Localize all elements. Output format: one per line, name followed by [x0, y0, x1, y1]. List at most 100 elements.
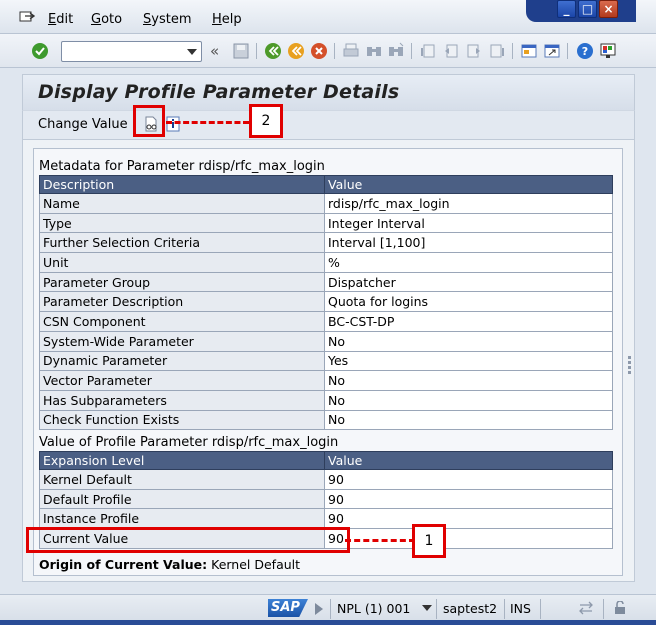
title-bar: Display Profile Parameter Details — [22, 74, 635, 110]
row-key: Check Function Exists — [39, 409, 325, 431]
create-session-icon[interactable] — [520, 42, 538, 60]
row-value: Yes — [324, 350, 613, 372]
row-value: 90 — [324, 469, 613, 490]
value-section-title: Value of Profile Parameter rdisp/rfc_max… — [39, 435, 339, 450]
page-title: Display Profile Parameter Details — [38, 81, 400, 103]
row-value: 90 — [324, 488, 613, 510]
command-field[interactable] — [61, 41, 202, 62]
annotation-connector-1 — [345, 539, 415, 542]
find-icon[interactable] — [365, 42, 383, 60]
row-value: Quota for logins — [324, 291, 613, 313]
table-row: Kernel Default 90 — [39, 469, 613, 490]
back-icon[interactable] — [264, 42, 282, 60]
table-row: System-Wide Parameter No — [39, 330, 613, 352]
print-icon[interactable] — [342, 42, 360, 60]
column-header-value: Value — [324, 175, 613, 194]
information-icon[interactable] — [166, 116, 180, 132]
menu-help-mnemonic: H — [212, 12, 222, 27]
metadata-table: Description Value Name rdisp/rfc_max_logi… — [39, 175, 613, 431]
svg-text:?: ? — [582, 45, 588, 58]
collapse-command-field-icon[interactable]: « — [210, 42, 228, 60]
origin-value: Kernel Default — [211, 557, 301, 572]
annotation-connector-2 — [166, 121, 249, 124]
insert-mode[interactable]: INS — [510, 601, 531, 616]
menu-goto-mnemonic: G — [91, 12, 102, 27]
row-key: Has Subparameters — [39, 389, 325, 411]
menu-help-rest: elp — [221, 12, 242, 27]
last-page-icon[interactable] — [488, 42, 506, 60]
menu-help[interactable]: Help — [212, 12, 242, 27]
menu-edit-mnemonic: E — [48, 12, 57, 27]
toolbar-separator — [411, 43, 412, 59]
row-key: Name — [39, 193, 325, 214]
row-value: % — [324, 252, 613, 273]
row-value: Integer Interval — [324, 212, 613, 234]
toolbar-separator — [256, 43, 257, 59]
close-button[interactable]: × — [599, 0, 618, 18]
row-key: Default Profile — [39, 488, 325, 510]
menu-goto-rest: oto — [101, 12, 123, 27]
column-header-expansion-level: Expansion Level — [39, 451, 325, 470]
enter-check-icon[interactable] — [31, 42, 49, 60]
annotation-callout-2: 2 — [249, 104, 283, 138]
system-menu-icon[interactable] — [19, 11, 35, 25]
row-value: BC-CST-DP — [324, 311, 613, 332]
save-icon[interactable] — [232, 42, 250, 60]
server-name: saptest2 — [443, 601, 498, 616]
table-row: Unit% — [39, 252, 613, 273]
column-header-value: Value — [324, 451, 613, 470]
shortcut-icon[interactable] — [543, 42, 561, 60]
exit-icon[interactable] — [287, 42, 305, 60]
table-row: Further Selection Criteria Interval [1,10… — [39, 232, 613, 254]
row-key: Parameter Group — [39, 271, 325, 293]
chevron-down-icon[interactable] — [187, 49, 197, 55]
row-value: No — [324, 370, 613, 391]
standard-toolbar: « ? — [0, 34, 656, 68]
status-separator — [436, 599, 437, 619]
lock-icon — [615, 601, 625, 614]
value-table-header: Expansion Level Value — [39, 451, 613, 470]
row-key: System-Wide Parameter — [39, 330, 325, 352]
table-row: Instance Profile 90 — [39, 508, 613, 530]
menu-goto[interactable]: Goto — [91, 12, 122, 27]
row-key: Instance Profile — [39, 508, 325, 530]
table-row: Dynamic Parameter Yes — [39, 350, 613, 372]
next-page-icon[interactable] — [465, 42, 483, 60]
change-value-button[interactable]: Change Value — [38, 117, 128, 132]
column-header-description: Description — [39, 175, 325, 194]
system-info: NPL (1) 001 — [337, 601, 411, 616]
find-next-icon[interactable] — [387, 42, 405, 60]
resize-grip-icon[interactable] — [628, 354, 634, 376]
table-row: CSN Component BC-CST-DP — [39, 311, 613, 332]
table-row: Vector Parameter No — [39, 370, 613, 391]
status-separator — [504, 599, 505, 619]
status-separator — [330, 599, 331, 619]
first-page-icon[interactable] — [419, 42, 437, 60]
metadata-section-title: Metadata for Parameter rdisp/rfc_max_log… — [39, 159, 325, 174]
maximize-button[interactable]: □ — [578, 0, 597, 18]
cancel-icon[interactable] — [310, 42, 328, 60]
row-value: No — [324, 389, 613, 411]
expand-status-icon[interactable] — [315, 603, 323, 615]
table-row: Default Profile 90 — [39, 488, 613, 510]
previous-page-icon[interactable] — [442, 42, 460, 60]
help-icon[interactable]: ? — [576, 42, 594, 60]
chevron-down-icon[interactable] — [422, 605, 432, 611]
row-value: 90 — [324, 508, 613, 530]
command-input[interactable] — [62, 42, 182, 61]
status-bar: SAP NPL (1) 001 saptest2 INS — [0, 594, 656, 625]
metadata-table-header: Description Value — [39, 175, 613, 194]
table-row: Check Function Exists No — [39, 409, 613, 431]
minimize-button[interactable]: _ — [557, 0, 576, 18]
row-value: Dispatcher — [324, 271, 613, 293]
sap-logo: SAP — [268, 599, 308, 617]
origin-label: Origin of Current Value: — [39, 557, 208, 572]
customize-layout-icon[interactable] — [599, 42, 617, 60]
row-key: CSN Component — [39, 311, 325, 332]
menu-system[interactable]: System — [143, 12, 192, 27]
content-area: Metadata for Parameter rdisp/rfc_max_log… — [22, 140, 635, 582]
table-row: Type Integer Interval — [39, 212, 613, 234]
row-key: Vector Parameter — [39, 370, 325, 391]
menu-edit[interactable]: Edit — [48, 12, 73, 27]
status-separator — [540, 599, 541, 619]
